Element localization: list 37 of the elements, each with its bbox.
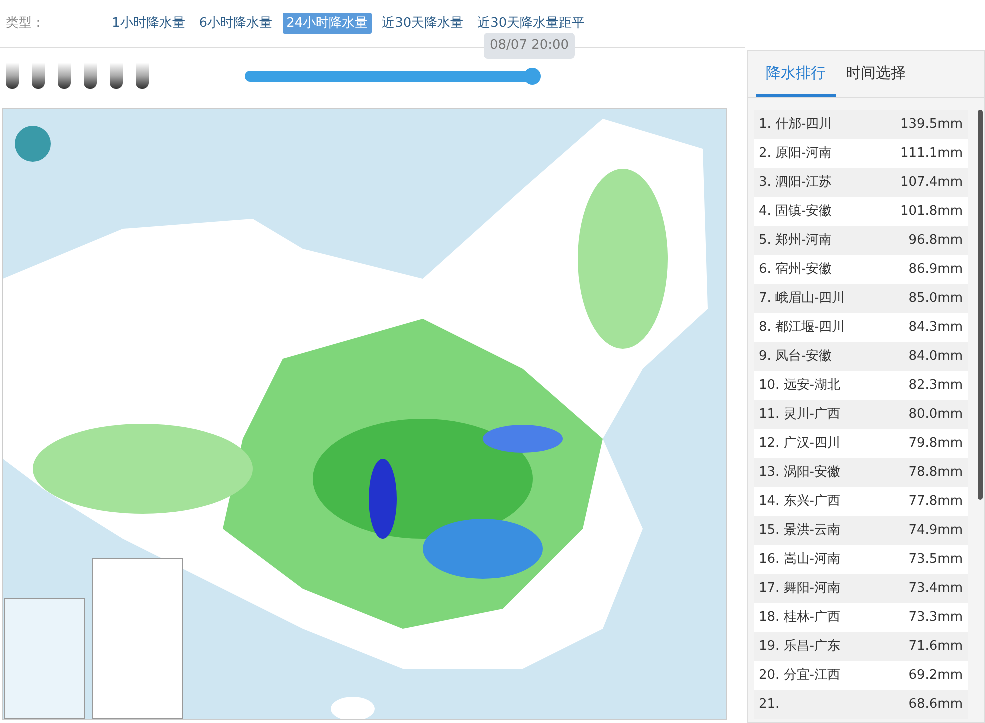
type-tab[interactable]: 近30天降水量距平 bbox=[474, 12, 590, 34]
panel-tab[interactable]: 降水排行 bbox=[756, 62, 836, 97]
blurred-icon[interactable] bbox=[58, 63, 71, 89]
blurred-icon[interactable] bbox=[84, 63, 97, 89]
panel-tab[interactable]: 时间选择 bbox=[842, 62, 910, 97]
time-tooltip: 08/07 20:00 bbox=[484, 33, 576, 58]
blurred-icon[interactable] bbox=[32, 63, 45, 89]
ranking-row[interactable]: 21. 68.6mm bbox=[754, 690, 968, 719]
ranking-row[interactable]: 5. 郑州-河南 96.8mm bbox=[754, 226, 968, 255]
ranking-row[interactable]: 20. 分宜-江西 69.2mm bbox=[754, 661, 968, 690]
ranking-row[interactable]: 15. 景洪-云南 74.9mm bbox=[754, 516, 968, 545]
ranking-row[interactable]: 4. 固镇-安徽 101.8mm bbox=[754, 197, 968, 226]
ranking-row[interactable]: 10. 远安-湖北 82.3mm bbox=[754, 371, 968, 400]
ranking-row[interactable]: 9. 凤台-安徽 84.0mm bbox=[754, 342, 968, 371]
ranking-row[interactable]: 12. 广汉-四川 79.8mm bbox=[754, 429, 968, 458]
ranking-row[interactable]: 6. 宿州-安徽 86.9mm bbox=[754, 255, 968, 284]
ranking-row[interactable]: 16. 嵩山-河南 73.5mm bbox=[754, 545, 968, 574]
ranking-row[interactable]: 1. 什邡-四川 139.5mm bbox=[754, 110, 968, 139]
ranking-row[interactable]: 7. 峨眉山-四川 85.0mm bbox=[754, 284, 968, 313]
type-tab[interactable]: 近30天降水量 bbox=[378, 12, 468, 34]
ranking-row[interactable]: 8. 都江堰-四川 84.3mm bbox=[754, 313, 968, 342]
ranking-row[interactable]: 19. 乐昌-广东 71.6mm bbox=[754, 632, 968, 661]
ranking-row[interactable]: 11. 灵川-广西 80.0mm bbox=[754, 400, 968, 429]
blurred-icon[interactable] bbox=[110, 63, 123, 89]
ranking-row[interactable]: 2. 原阳-河南 111.1mm bbox=[754, 139, 968, 168]
blurred-icon[interactable] bbox=[136, 63, 149, 89]
type-tab[interactable]: 6小时降水量 bbox=[195, 12, 277, 34]
type-label: 类型： bbox=[5, 14, 46, 33]
scrollbar[interactable] bbox=[978, 110, 983, 500]
ranking-row[interactable]: 18. 桂林-广西 73.3mm bbox=[754, 603, 968, 632]
type-tab[interactable]: 1小时降水量 bbox=[108, 12, 190, 34]
slider-thumb[interactable] bbox=[524, 68, 541, 84]
ranking-row[interactable]: 3. 泗阳-江苏 107.4mm bbox=[754, 168, 968, 197]
ranking-row[interactable]: 13. 涡阳-安徽 78.8mm bbox=[754, 458, 968, 487]
ranking-row[interactable]: 14. 东兴-广西 77.8mm bbox=[754, 487, 968, 516]
ranking-row[interactable]: 17. 舞阳-河南 73.4mm bbox=[754, 574, 968, 603]
blurred-icon[interactable] bbox=[6, 63, 19, 89]
